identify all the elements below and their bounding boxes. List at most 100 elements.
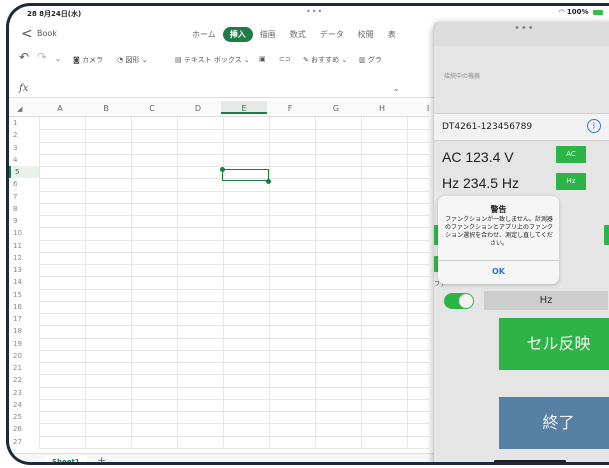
warning-alert-dialog: 警告 ファンクションが一致しません。計測器のファンクションとアプリ上のファンクシ…	[438, 196, 559, 284]
textbox-label: テキスト ボックス ⌄	[183, 56, 250, 64]
camera-icon: ◙	[73, 56, 83, 64]
battery-percent: 100%	[566, 8, 589, 16]
multitask-dots-icon[interactable]: •••	[306, 7, 323, 16]
row-header[interactable]: 7	[9, 191, 39, 203]
row-header[interactable]: 20	[9, 350, 39, 362]
row-header[interactable]: 25	[9, 411, 39, 423]
column-headers: ◢ A B C D E F G H I	[9, 101, 429, 117]
select-all-corner-icon[interactable]: ◢	[17, 105, 22, 113]
row-header[interactable]: 21	[9, 362, 39, 374]
row-header[interactable]: 2	[9, 129, 39, 141]
column-header[interactable]: C	[129, 104, 175, 113]
chart-button[interactable]: ▥ グラ	[359, 55, 382, 65]
row-header-selected[interactable]: 5	[9, 166, 39, 179]
recommend-label: おすすめ ⌄	[311, 56, 348, 64]
tab-review[interactable]: 校閲	[351, 27, 381, 42]
tab-view[interactable]: 表	[381, 27, 403, 42]
grid-line	[39, 288, 429, 290]
grid-line	[39, 153, 429, 155]
column-header-selected[interactable]: E	[221, 101, 267, 114]
alert-message: ファンクションが一致しません。計測器のファンクションとアプリ上のファンクション選…	[445, 216, 554, 247]
redo-dropdown-chevron-icon[interactable]: ⌄	[55, 55, 61, 63]
tab-insert[interactable]: 挿入	[222, 27, 253, 42]
row-header[interactable]: 15	[9, 289, 39, 301]
column-header[interactable]: D	[175, 104, 221, 113]
row-header[interactable]: 1	[9, 117, 39, 129]
alert-ok-button[interactable]: OK	[438, 260, 559, 284]
textbox-button[interactable]: ▤ テキスト ボックス ⌄	[175, 55, 250, 65]
shapes-button[interactable]: ◔ 図形 ⌄	[117, 55, 147, 65]
workbook-title[interactable]: Book	[37, 29, 57, 38]
ribbon-tabs: ホーム 挿入 描画 数式 データ 校閲 表	[185, 27, 403, 42]
tab-formulas[interactable]: 数式	[283, 27, 313, 42]
spreadsheet-grid[interactable]: ◢ A B C D E F G H I 1 2 3 4 5 6 7 8 9 10 11 12 13 14 1…	[9, 101, 429, 451]
row-header[interactable]: 3	[9, 142, 39, 154]
grid-line	[39, 117, 40, 447]
grid-line	[39, 313, 429, 314]
link-icon[interactable]: ⊂⊃	[279, 55, 291, 63]
tab-data[interactable]: データ	[313, 27, 351, 42]
grid-line	[39, 398, 429, 400]
row-header[interactable]: 12	[9, 252, 39, 264]
tab-home[interactable]: ホーム	[185, 27, 223, 42]
formula-expand-chevron-icon[interactable]: ⌄	[393, 84, 400, 93]
grid-line	[39, 129, 429, 131]
grid-line	[39, 251, 429, 253]
row-header[interactable]: 17	[9, 313, 39, 325]
row-header[interactable]: 4	[9, 154, 39, 166]
row-header[interactable]: 23	[9, 387, 39, 399]
back-chevron-icon[interactable]: <	[21, 26, 33, 42]
grid-line	[39, 166, 429, 167]
grid-line	[39, 190, 429, 192]
column-header[interactable]: F	[267, 104, 313, 113]
grid-line	[39, 264, 429, 265]
redo-icon[interactable]: ↷	[37, 50, 47, 64]
sheet-tab-sheet1[interactable]: Sheet1	[45, 456, 87, 462]
recommend-button[interactable]: ✎ おすすめ ⌄	[303, 55, 347, 65]
row-header[interactable]: 11	[9, 240, 39, 252]
selection-handle-top-left[interactable]	[220, 167, 225, 172]
status-right: ◠ 100%	[559, 8, 603, 16]
row-header[interactable]: 24	[9, 399, 39, 411]
column-header[interactable]: G	[313, 104, 359, 113]
column-header[interactable]: H	[359, 104, 405, 113]
grid-line	[39, 337, 429, 339]
camera-button[interactable]: ◙ カメラ	[73, 55, 103, 65]
status-time: 28 8月24日(水)	[27, 10, 82, 18]
grid-line	[39, 386, 429, 388]
row-header[interactable]: 8	[9, 203, 39, 215]
selected-cell-e5[interactable]	[222, 169, 269, 181]
grid-line	[39, 325, 429, 327]
picture-icon[interactable]: ▣	[259, 55, 266, 63]
undo-icon[interactable]: ↶	[19, 50, 29, 64]
grid-line	[39, 202, 429, 204]
row-header[interactable]: 16	[9, 301, 39, 313]
add-sheet-button[interactable]: +	[97, 454, 106, 462]
row-header[interactable]: 6	[9, 178, 39, 190]
grid-line	[39, 215, 429, 216]
grid-line	[39, 447, 429, 449]
grid-line	[39, 239, 429, 241]
chart-label: グラ	[367, 56, 382, 64]
row-header[interactable]: 19	[9, 338, 39, 350]
row-header[interactable]: 22	[9, 374, 39, 386]
grid-line	[361, 117, 362, 447]
row-header[interactable]: 13	[9, 264, 39, 276]
row-header[interactable]: 14	[9, 276, 39, 288]
row-header[interactable]: 27	[9, 436, 39, 448]
row-header[interactable]: 10	[9, 227, 39, 239]
column-header[interactable]: B	[83, 104, 129, 113]
column-header[interactable]: A	[37, 104, 83, 113]
grid-line	[39, 411, 429, 412]
grid-line	[269, 117, 270, 447]
row-header[interactable]: 26	[9, 423, 39, 435]
grid-line	[39, 276, 429, 278]
row-header[interactable]: 9	[9, 215, 39, 227]
magic-icon: ✎	[303, 56, 312, 64]
grid-line	[39, 141, 429, 143]
selection-handle-bottom-right[interactable]	[266, 179, 271, 184]
camera-label: カメラ	[82, 56, 104, 64]
grid-line	[39, 227, 429, 229]
row-header[interactable]: 18	[9, 325, 39, 337]
tab-draw[interactable]: 描画	[253, 27, 283, 42]
